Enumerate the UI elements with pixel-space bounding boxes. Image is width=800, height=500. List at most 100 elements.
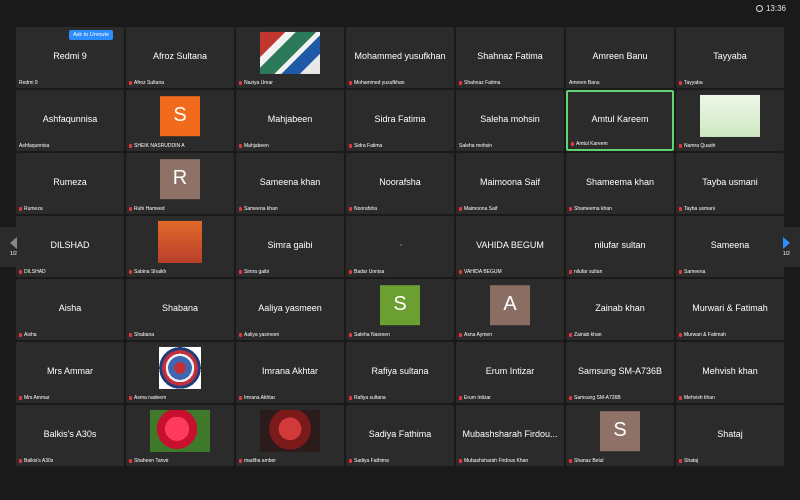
participant-tile[interactable]: Murwari & Fatimah Murwari & Fatimah	[676, 279, 784, 340]
next-page-button[interactable]: 1/2	[773, 227, 800, 267]
participant-label-text: Mahjabeen	[244, 143, 269, 149]
participant-display-name: nilufar sultan	[594, 239, 646, 250]
participant-label-text: Amtul Kareem	[576, 141, 608, 147]
participant-label-text: Murwari & Fatimah	[684, 332, 726, 338]
participant-tile[interactable]: Aisha Aisha	[16, 279, 124, 340]
participant-tile[interactable]: Sadiya Fathima Sadiya Fathima	[346, 405, 454, 466]
muted-mic-icon	[679, 270, 682, 274]
participant-tile[interactable]: Maimoona Saif Maimoona Saif	[456, 153, 564, 214]
participant-tile[interactable]: S Saleha Nasreen	[346, 279, 454, 340]
participant-tile[interactable]: Redmi 9Redmi 9Ask to Unmute···	[16, 27, 124, 88]
participant-tile[interactable]: Asma nadeem	[126, 342, 234, 403]
participant-tile[interactable]: Noorafsha Noorafsha	[346, 153, 454, 214]
participant-display-name: Shataj	[717, 428, 743, 439]
participant-tile[interactable]: VAHIDA BEGUM VAHIDA BEGUM	[456, 216, 564, 277]
participant-tile[interactable]: Rafiya sultana Rafiya sultana	[346, 342, 454, 403]
participant-tile[interactable]: DILSHAD DILSHAD	[16, 216, 124, 277]
muted-mic-icon	[239, 81, 242, 85]
muted-mic-icon	[349, 207, 352, 211]
participant-tile[interactable]: Mehvish khan Mehvish khan	[676, 342, 784, 403]
participant-tile[interactable]: Mohammed yusufkhan Mohammed yusufkhan	[346, 27, 454, 88]
muted-mic-icon	[129, 81, 132, 85]
participant-tile[interactable]: Samsung SM-A736B Samsung SM-A736B	[566, 342, 674, 403]
participant-tile[interactable]: S Shanaz Belul	[566, 405, 674, 466]
participant-tile[interactable]: Mrs Ammar Mrs Ammar	[16, 342, 124, 403]
participant-label-text: Noorafsha	[354, 206, 378, 212]
participant-tile[interactable]: Ashfaqunnisa Ashfaqunnisa	[16, 90, 124, 151]
participant-tile[interactable]: Balkis's A30s Balkis's A30s	[16, 405, 124, 466]
participant-display-name: Murwari & Fatimah	[692, 302, 768, 313]
participant-tile[interactable]: Afroz Sultana Afroz Sultana	[126, 27, 234, 88]
participant-display-name: DILSHAD	[50, 239, 90, 250]
muted-mic-icon	[19, 270, 22, 274]
muted-mic-icon	[459, 207, 462, 211]
participant-tile[interactable]: Sabina Shaikh	[126, 216, 234, 277]
muted-mic-icon	[19, 333, 22, 337]
participant-tile[interactable]: Rumeza Rumeza	[16, 153, 124, 214]
participant-label-text: Mehvish khan	[684, 395, 715, 401]
muted-mic-icon	[129, 396, 132, 400]
participant-tile[interactable]: Amtul Kareem Amtul Kareem	[566, 90, 674, 151]
participant-tile[interactable]: Shataj Shataj	[676, 405, 784, 466]
participant-tile[interactable]: Shahnaz Fatima Shahnaz Fatima	[456, 27, 564, 88]
participant-tile[interactable]: nilufar sultan nilufar sultan	[566, 216, 674, 277]
participant-label-text: Afroz Sultana	[134, 80, 165, 86]
participant-tile[interactable]: Saleha mohsin Saleha mohsin	[456, 90, 564, 151]
top-bar: 13:36	[0, 0, 800, 18]
participant-display-name: Samsung SM-A736B	[577, 365, 663, 376]
participant-tile[interactable]: Shaheen Tanvir	[126, 405, 234, 466]
participant-label: Rafiya sultana	[349, 395, 386, 401]
participant-tile[interactable]: Simra gaibi Simra gaibi	[236, 216, 344, 277]
participant-tile[interactable]: madiha amber	[236, 405, 344, 466]
participant-label: Mehvish khan	[679, 395, 715, 401]
previous-page-button[interactable]: 1/2	[0, 227, 27, 267]
participant-tile[interactable]: Tayyaba Tayyaba	[676, 27, 784, 88]
participant-label-text: Mubashsharah Firdous Khan	[464, 458, 529, 464]
participant-tile[interactable]: Amreen Banu Amreen Banu	[566, 27, 674, 88]
participant-label-text: Sadiya Fathima	[354, 458, 389, 464]
muted-mic-icon	[459, 270, 462, 274]
participant-tile[interactable]: Mahjabeen Mahjabeen	[236, 90, 344, 151]
participant-label-text: VAHIDA BEGUM	[464, 269, 502, 275]
muted-mic-icon	[239, 207, 242, 211]
participant-tile[interactable]: Zainab khan Zainab khan	[566, 279, 674, 340]
participant-label-text: Tayba usmani	[684, 206, 715, 212]
participant-tile[interactable]: Erum Intizar Erum Intizar	[456, 342, 564, 403]
participant-label-text: Tayyaba	[684, 80, 703, 86]
participant-display-name: Shabana	[161, 302, 199, 313]
participant-tile[interactable]: Tayba usmani Tayba usmani	[676, 153, 784, 214]
muted-mic-icon	[679, 207, 682, 211]
participant-tile[interactable]: Badar Unnisa	[346, 216, 454, 277]
participant-tile[interactable]: Shameema khan Shameema khan	[566, 153, 674, 214]
participant-tile[interactable]: Sameena khan Sameena khan	[236, 153, 344, 214]
participant-tile[interactable]: Naziya Umar	[236, 27, 344, 88]
participant-tile[interactable]: Aaliya yasmeen Aaliya yasmeen	[236, 279, 344, 340]
participant-tile[interactable]: Mubashsharah Firdou... Mubashsharah Firdo…	[456, 405, 564, 466]
participant-label-text: Simra gaibi	[244, 269, 270, 275]
participant-label-text: madiha amber	[244, 458, 276, 464]
participant-label-text: Shataj	[684, 458, 699, 464]
participant-display-name: Sameena khan	[259, 176, 321, 187]
participant-label: Asma nadeem	[129, 395, 166, 401]
participant-tile[interactable]: Namra Quadri	[676, 90, 784, 151]
participant-tile[interactable]: Sidra Fatima Sidra Fatima	[346, 90, 454, 151]
profile-picture	[159, 346, 201, 389]
participant-label-text: Rumeza	[24, 206, 43, 212]
participant-tile[interactable]: S SHEIK NASRUDDIN A	[126, 90, 234, 151]
participant-label: Badar Unnisa	[349, 269, 384, 275]
participant-display-name: Mohammed yusufkhan	[354, 50, 446, 61]
participant-label: Shahnaz Fatima	[459, 80, 500, 86]
participant-tile[interactable]: Sameena Sameena	[676, 216, 784, 277]
participant-tile[interactable]: Shabana Shabana	[126, 279, 234, 340]
participant-tile[interactable]: Imrana Akhtar Imrana Akhtar	[236, 342, 344, 403]
muted-mic-icon	[239, 333, 242, 337]
participant-tile[interactable]: A Asna Aymen	[456, 279, 564, 340]
participant-label: Sabina Shaikh	[129, 269, 166, 275]
arrow-left-icon	[10, 237, 17, 249]
participant-tile[interactable]: R Ruhi Hameed	[126, 153, 234, 214]
participant-label: Erum Intizar	[459, 395, 491, 401]
clock-icon	[755, 5, 763, 12]
ask-to-unmute-button[interactable]: Ask to Unmute	[69, 30, 114, 40]
participant-display-name: Saleha mohsin	[480, 113, 540, 124]
participant-label: Noorafsha	[349, 206, 377, 212]
